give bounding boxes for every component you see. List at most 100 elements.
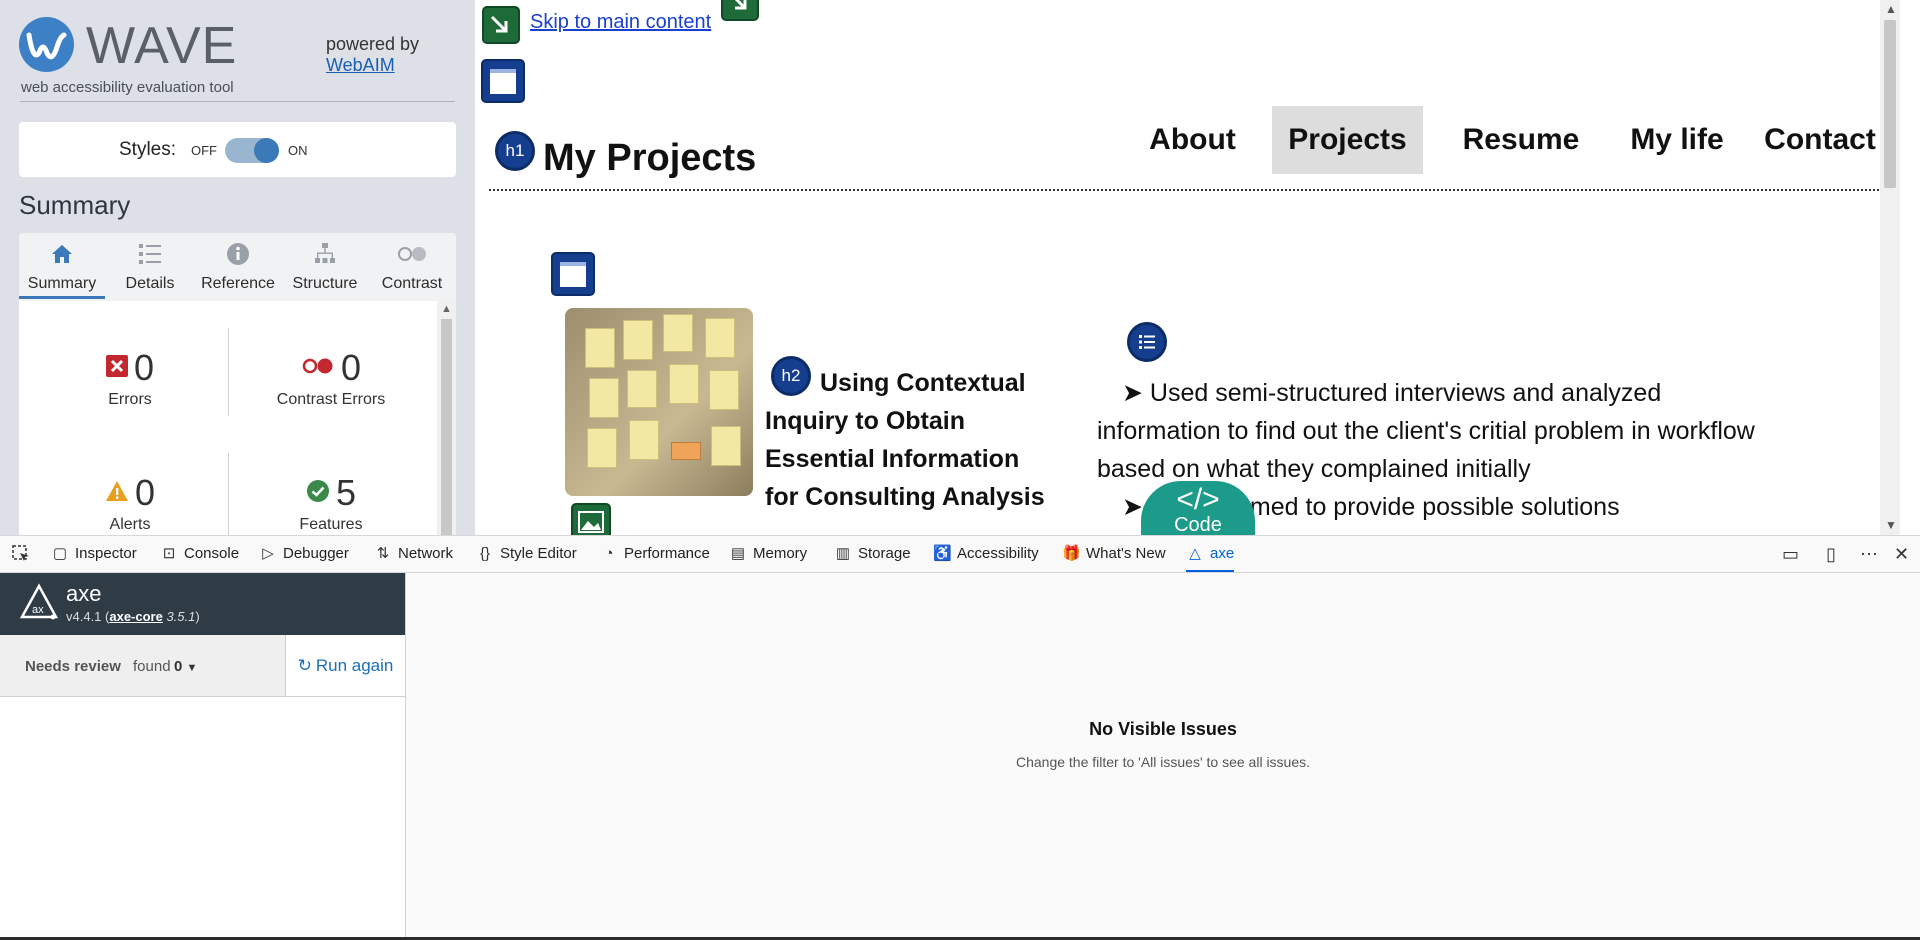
performance-icon: ◔	[604, 545, 614, 562]
axe-header: ax axe v4.4.1 (axe-core 3.5.1)	[0, 573, 405, 635]
nav-projects[interactable]: Projects	[1272, 106, 1423, 174]
contrast-icon	[369, 241, 455, 271]
tab-axe[interactable]: △ axe	[1186, 536, 1235, 572]
tab-console[interactable]: ⊡ Console	[160, 536, 239, 572]
h1-badge-icon[interactable]: h1	[495, 131, 535, 171]
tab-label: Memory	[753, 545, 808, 562]
element-picker-icon[interactable]	[11, 536, 31, 572]
tab-summary[interactable]: Summary	[19, 233, 105, 299]
project-photo	[565, 308, 753, 496]
tab-style-editor[interactable]: {} Style Editor	[476, 536, 577, 572]
devtools-toolbar: ▢ Inspector ⊡ Console ▷ Debugger ⇅ Network {…	[0, 535, 1920, 573]
filter-label: Needs review	[25, 658, 121, 675]
project-heading: Using Contextual Inquiry to Obtain Essen…	[765, 364, 1065, 516]
scroll-up-icon[interactable]: ▲	[441, 303, 452, 315]
nav-my-life[interactable]: My life	[1609, 106, 1745, 174]
sticky-note	[589, 378, 619, 418]
wave-tabs: Summary Details Reference Structure Cont…	[19, 233, 456, 301]
tab-label: Reference	[201, 275, 275, 292]
nav-about[interactable]: About	[1135, 106, 1250, 174]
chevron-down-icon: ▼	[186, 662, 198, 674]
version-close: )	[195, 609, 200, 624]
nav-contact[interactable]: Contact	[1755, 106, 1885, 174]
error-icon	[105, 354, 128, 382]
debugger-icon: ▷	[262, 545, 274, 562]
tab-label: Contrast	[381, 275, 443, 292]
tab-label: Performance	[624, 545, 710, 562]
tab-contrast[interactable]: Contrast	[369, 233, 455, 299]
skip-to-main-link[interactable]: Skip to main content	[530, 11, 711, 34]
issue-count: 0	[174, 658, 183, 675]
heading-line: Inquiry to Obtain	[765, 407, 965, 435]
tab-label: Accessibility	[957, 545, 1039, 562]
close-icon[interactable]: ✕	[1894, 544, 1909, 565]
heading-line: Essential Information	[765, 445, 1020, 473]
header-region-icon[interactable]	[481, 59, 525, 103]
feature-check-icon	[306, 479, 330, 508]
list-badge-icon[interactable]	[1127, 322, 1167, 362]
tab-label: Debugger	[283, 545, 349, 562]
skip-link-feature-icon[interactable]	[482, 6, 520, 44]
layout-icon[interactable]: ▭	[1782, 544, 1799, 565]
webaim-link[interactable]: WebAIM	[326, 55, 395, 75]
storage-icon: ▥	[835, 545, 851, 562]
tab-inspector[interactable]: ▢ Inspector	[51, 536, 137, 572]
axe-icon: △	[1189, 545, 1201, 562]
more-options-icon[interactable]: ⋯	[1860, 544, 1878, 565]
tab-label: Details	[125, 275, 175, 292]
tab-label: Storage	[858, 545, 911, 562]
stat-features[interactable]: 5 Features	[231, 472, 431, 534]
tab-label: Style Editor	[500, 545, 577, 562]
issue-filter-dropdown[interactable]: Needs review found 0 ▼	[0, 635, 285, 697]
tab-details[interactable]: Details	[107, 233, 193, 299]
skip-target-feature-icon[interactable]	[721, 0, 759, 21]
tab-accessibility[interactable]: ♿ Accessibility	[933, 536, 1039, 572]
page-scrollbar[interactable]: ▲ ▼	[1880, 0, 1900, 535]
axe-core-link[interactable]: axe-core	[109, 609, 162, 624]
tab-storage[interactable]: ▥ Storage	[834, 536, 911, 572]
tab-reference[interactable]: Reference	[195, 233, 281, 299]
sticky-note	[709, 370, 739, 410]
tab-network[interactable]: ⇅ Network	[374, 536, 453, 572]
tab-label: Structure	[292, 275, 358, 292]
scroll-down-icon[interactable]: ▼	[1885, 518, 1897, 532]
stat-errors[interactable]: 0 Errors	[30, 347, 230, 409]
code-badge[interactable]: </> Code	[1141, 481, 1255, 535]
responsive-icon[interactable]: ▯	[1826, 544, 1836, 565]
evaluated-page: Skip to main content h1 My Projects Abou…	[475, 0, 1900, 535]
toggle-knob	[254, 138, 279, 163]
stat-alerts[interactable]: 0 Alerts	[30, 472, 230, 534]
tab-label: axe	[1210, 545, 1235, 562]
tab-memory[interactable]: ▤ Memory	[729, 536, 807, 572]
tab-whats-new[interactable]: 🎁 What's New	[1062, 536, 1166, 572]
scroll-up-icon[interactable]: ▲	[1885, 2, 1897, 16]
main-region-icon[interactable]	[551, 252, 595, 296]
powered-by: powered by WebAIM	[326, 34, 419, 76]
axe-logo-icon: ax	[19, 583, 59, 626]
scrollbar-thumb[interactable]	[1884, 20, 1896, 188]
no-issues-hint: Change the filter to 'All issues' to see…	[1015, 754, 1311, 770]
run-again-button[interactable]: ↻ Run again	[285, 635, 405, 697]
wave-scrollbar[interactable]: ▲	[437, 301, 456, 535]
tab-performance[interactable]: ◔ Performance	[600, 536, 710, 572]
run-again-label: Run again	[315, 656, 394, 675]
nav-resume[interactable]: Resume	[1445, 106, 1597, 174]
scrollbar-thumb[interactable]	[441, 319, 452, 535]
code-badge-label: Code	[1174, 514, 1222, 535]
image-alt-feature-icon[interactable]	[571, 503, 611, 535]
tab-debugger[interactable]: ▷ Debugger	[259, 536, 349, 572]
alert-icon	[105, 480, 129, 507]
styles-label: Styles:	[119, 139, 177, 160]
features-count: 5	[335, 472, 357, 513]
styles-toggle[interactable]	[225, 138, 279, 163]
tab-label: Inspector	[75, 545, 137, 562]
errors-count: 0	[133, 347, 155, 388]
sticky-note	[629, 420, 659, 460]
stat-contrast-errors[interactable]: 0 Contrast Errors	[231, 347, 431, 409]
wave-logo-icon	[19, 17, 74, 72]
styles-off-label: OFF	[191, 143, 217, 158]
gift-icon: 🎁	[1062, 545, 1081, 562]
contrast-errors-label: Contrast Errors	[276, 391, 386, 408]
header-divider	[489, 189, 1887, 191]
tab-structure[interactable]: Structure	[282, 233, 368, 299]
